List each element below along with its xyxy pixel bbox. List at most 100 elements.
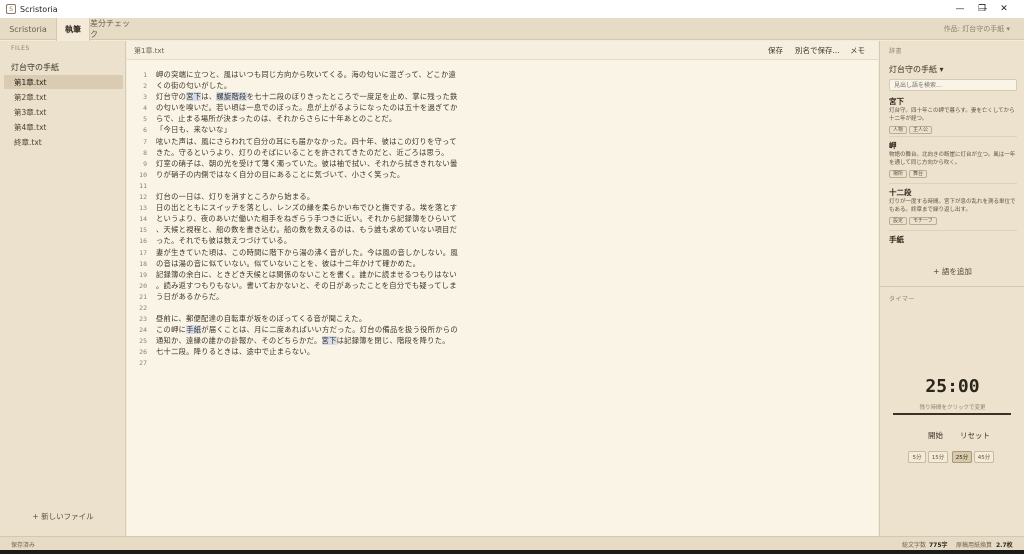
glossary-description: 灯台守。四十年この岬で暮らす。妻を亡くしてから十二年が経つ。 — [889, 108, 1015, 122]
timer-preset-button[interactable]: 25分 — [952, 451, 972, 463]
text-segment: の音は湯の音に似ていない。似ていないことを、彼は十二年かけて確かめた。 — [156, 258, 421, 268]
timer-reset-button[interactable]: リセット — [960, 430, 990, 441]
file-item-chapter-3[interactable]: 第3章.txt — [4, 105, 123, 119]
editor-line[interactable]: 9 灯室の硝子は、朝の光を受けて薄く濁っていた。彼は袖で拭い、それから拭ききれない… — [127, 159, 878, 170]
editor-line[interactable]: 22 — [127, 303, 878, 314]
divider — [880, 286, 1024, 287]
editor-line[interactable]: 20 。読み返すつもりもない。書いておかないと、その日があったことを自分でも疑って… — [127, 281, 878, 292]
line-text: の匂いを嗅いだ。若い頃は一息でのぼった。息が上がるようになったのは五十を過ぎてか — [156, 103, 458, 113]
glossary-term-highlight[interactable]: 宮下 — [321, 336, 337, 346]
glossary-term-highlight[interactable]: 宮下 — [186, 92, 202, 102]
work-selector[interactable]: 作品: 灯台守の手紙 ▾ — [944, 18, 1010, 40]
save-as-button[interactable]: 別名で保存... — [795, 45, 840, 56]
glossary-term-highlight[interactable]: 螺旋階段 — [216, 92, 247, 102]
glossary-entry[interactable]: 宮下灯台守。四十年この岬で暮らす。妻を亡くしてから十二年が経つ。人物 主人公 — [889, 96, 1017, 134]
glossary-description: 物語の舞台。北向きの断崖に灯台が立つ。風は一年を通して同じ方向から吹く。 — [889, 152, 1016, 166]
glossary-entry[interactable]: 岬物語の舞台。北向きの断崖に灯台が立つ。風は一年を通して同じ方向から吹く。 場所舞… — [889, 140, 1017, 178]
editor-line[interactable]: 21 う日があるからだ。 — [127, 292, 878, 303]
line-text: の音は湯の音に似ていない。似ていないことを、彼は十二年かけて確かめた。 — [156, 259, 420, 269]
editor-line[interactable]: 8 きた。守るというより、灯りのそばにいることを許されてきたのだと、近ごろは思う。 — [127, 148, 878, 159]
line-number: 23 — [139, 315, 147, 324]
glossary-term-highlight[interactable]: 手紙 — [186, 325, 202, 335]
total-chars-label: 総文字数 — [902, 542, 927, 549]
text-segment: きた。守るというより、灯りのそばにいることを許されてきたのだと、近ごろは思う。 — [156, 147, 449, 157]
add-term-button[interactable]: + 語を追加 — [880, 266, 1024, 277]
editor-line[interactable]: 15 、天候と視程と、船の数を書き込む。船の数を数えるのは、もう誰も求めていない項… — [127, 225, 878, 236]
editor-line[interactable]: 18 の音は湯の音に似ていない。似ていないことを、彼は十二年かけて確かめた。 — [127, 259, 878, 270]
text-segment: 七十二段。降りるときは、途中で止まらない。 — [156, 347, 315, 357]
editor-line[interactable]: 12 灯台の一日は、灯りを消すところから始まる。 — [127, 192, 878, 203]
glossary-tag[interactable]: モチーフ — [909, 217, 937, 225]
tab-scristoria[interactable]: Scristoria — [0, 18, 56, 40]
editor-line[interactable]: 27 — [127, 358, 878, 369]
text-segment: は、 — [201, 92, 217, 102]
text-segment: 。読み返すつもりもない。書いておかないと、その日があったことを自分でも疑ってしま — [156, 280, 457, 290]
editor-line[interactable]: 1 岬の突端に立つと、風はいつも同じ方向から吹いてくる。海の匂いに混ざって、どこか… — [127, 70, 878, 81]
line-number: 20 — [139, 281, 147, 290]
glossary-tag[interactable]: 主人公 — [909, 126, 933, 134]
glossary-term: 宮下 — [889, 97, 904, 106]
editor-line[interactable]: 24 この岬に手紙が届くことは、月に二度あればいい方だった。灯台の備品を扱う役所か… — [127, 325, 878, 336]
glossary-tags: 設定 モチーフ — [889, 214, 1017, 225]
editor-line[interactable]: 4 の匂いを嗅いだ。若い頃は一息でのぼった。息が上がるようになったのは五十を過ぎて… — [127, 103, 878, 114]
save-button[interactable]: 保存 — [768, 45, 783, 56]
text-segment: う日があるからだ。 — [156, 291, 224, 301]
new-file-button[interactable]: + 新しいファイル — [0, 511, 126, 522]
window-title: Scristoria — [20, 4, 58, 14]
editor-line[interactable]: 13 日の出とともにスイッチを落とし、レンズの縁を柔らかい布でひと撫でする。埃を落… — [127, 203, 878, 214]
editor-line[interactable]: 7 呟いた声は、風にさらわれて自分の耳にも届かなかった。四十年、彼はこの灯りを守っ… — [127, 137, 878, 148]
text-segment: は記録簿を閉じ、階段を降りた。 — [336, 336, 450, 346]
text-segment: 「今日も、来ないな」 — [156, 125, 232, 135]
tab-writing[interactable]: 執筆 — [56, 18, 90, 41]
glossary-tags: 場所 舞台 — [889, 167, 1017, 178]
editor-line[interactable]: 25 通知か、遠縁の誰かの訃報か、そのどちらかだ。宮下は記録簿を閉じ、階段を降りた… — [127, 336, 878, 347]
editor-line[interactable]: 23 昼前に、郵便配達の自転車が坂をのぼってくる音が聞こえた。 — [127, 314, 878, 325]
line-text: くの街の匂いがした。 — [156, 81, 231, 91]
manuscript-count: 2.7枚 — [996, 540, 1013, 549]
glossary-tag[interactable]: 場所 — [889, 170, 908, 178]
editor-line[interactable]: 16 った。それでも彼は数えつづけている。 — [127, 236, 878, 247]
timer-start-button[interactable]: 開始 — [928, 430, 943, 441]
editor-header: 第1章.txt 保存 別名で保存... メモ — [127, 41, 878, 60]
editor-line[interactable]: 6 「今日も、来ないな」 — [127, 125, 878, 136]
editor-line[interactable]: 5 らで、止まる場所が決まったのは、それからさらに十年あとのことだ。 — [127, 114, 878, 125]
editor-line[interactable]: 10 りが硝子の内側ではなく自分の目にあることに気づいて、小さく笑った。 — [127, 170, 878, 181]
editor-line[interactable]: 19 記録簿の余白に、ときどき天候とは関係のないことを書く。誰かに読ませるつもりは… — [127, 270, 878, 281]
timer-preset-button[interactable]: 5分 — [908, 451, 926, 463]
glossary-tag[interactable]: 舞台 — [909, 170, 928, 178]
timer-preset-button[interactable]: 15分 — [928, 451, 948, 463]
glossary-entry[interactable]: 十二段 灯りが一度する時間。宮下が息の乱れを測る単位でもある。終章まで繰り返し出す… — [889, 187, 1017, 225]
line-number: 1 — [143, 71, 147, 79]
editor-text-area[interactable]: 1 岬の突端に立つと、風はいつも同じ方向から吹いてくる。海の匂いに混ざって、どこか… — [127, 70, 878, 370]
line-text: りが硝子の内側ではなく自分の目にあることに気づいて、小さく笑った。 — [156, 170, 404, 180]
project-name[interactable]: 灯台守の手紙 — [11, 62, 59, 73]
line-number: 25 — [139, 337, 147, 346]
glossary-term: 十二段 — [889, 188, 912, 197]
tab-diff-check[interactable]: 差分チェック — [90, 18, 136, 40]
editor-line[interactable]: 11 — [127, 181, 878, 192]
glossary-search-input[interactable] — [889, 79, 1017, 91]
timer-display[interactable]: 25:00 — [880, 376, 1024, 397]
files-section-label: FILES — [11, 45, 30, 52]
file-item-chapter-2[interactable]: 第2章.txt — [4, 90, 123, 104]
line-number: 19 — [139, 270, 147, 279]
glossary-book-selector[interactable]: 灯台守の手紙 ▾ — [889, 64, 944, 75]
glossary-tag[interactable]: 設定 — [889, 217, 908, 225]
editor-line[interactable]: 2 くの街の匂いがした。 — [127, 81, 878, 92]
editor-pane: 第1章.txt 保存 別名で保存... メモ 1 岬の突端に立つと、風はいつも同じ… — [127, 41, 878, 536]
editor-line[interactable]: 14 というより、夜のあいだ働いた相手をねぎらう手つきに近い。それから記録簿をひら… — [127, 214, 878, 225]
line-number: 12 — [139, 193, 147, 202]
file-item-chapter-1[interactable]: 第1章.txt — [4, 75, 123, 89]
editor-line[interactable]: 26 七十二段。降りるときは、途中で止まらない。 — [127, 347, 878, 358]
close-icon[interactable]: ✕ — [984, 0, 1024, 18]
editor-line[interactable]: 17 妻が生きていた頃は、この時間に階下から湯の沸く音がした。今は風の音しかしない… — [127, 248, 878, 259]
line-number: 24 — [139, 326, 147, 335]
file-item-chapter-4[interactable]: 第4章.txt — [4, 120, 123, 134]
memo-button[interactable]: メモ — [850, 45, 865, 56]
editor-line[interactable]: 3 灯台守の宮下は、螺旋階段を七十二段のぼりきったところで一度足を止め、掌に残った… — [127, 92, 878, 103]
text-segment: の匂いを嗅いだ。若い頃は一息でのぼった。息が上がるようになったのは五十を過ぎてか — [156, 103, 458, 113]
file-item-final-chapter[interactable]: 終章.txt — [4, 135, 123, 149]
line-number: 4 — [143, 104, 147, 113]
glossary-tag[interactable]: 人物 — [889, 126, 908, 134]
timer-preset-button[interactable]: 45分 — [974, 451, 994, 463]
